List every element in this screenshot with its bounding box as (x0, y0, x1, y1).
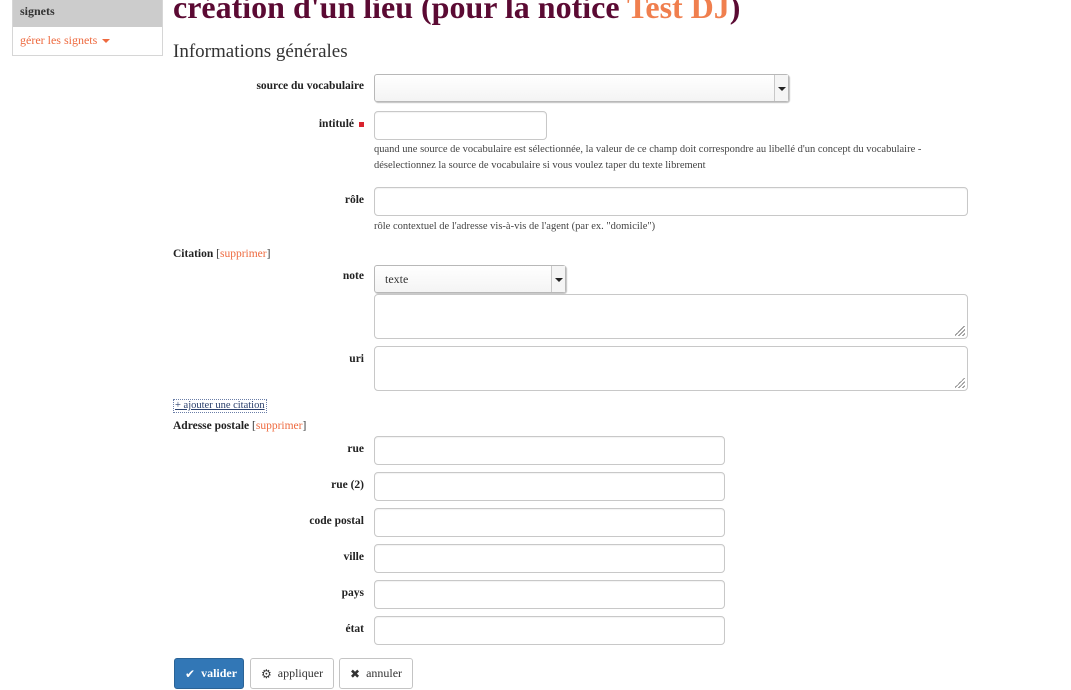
note-type-select[interactable]: texte (374, 265, 566, 293)
apply-button[interactable]: ⚙ appliquer (250, 658, 335, 689)
rue2-label: rue (2) (331, 479, 364, 491)
citation-bracket-close: ] (266, 248, 271, 260)
page-title-suffix: ) (729, 0, 741, 25)
etat-label: état (345, 623, 364, 635)
vocab-source-label: source du vocabulaire (256, 80, 364, 92)
citation-title: Citation (173, 248, 214, 260)
cancel-button[interactable]: ✖ annuler (339, 658, 414, 689)
rue-label: rue (347, 443, 364, 455)
gear-icon: ⚙ (261, 666, 272, 681)
citation-group-title: Citation [supprimer] (173, 248, 270, 260)
address-bracket-close: ] (302, 420, 307, 432)
sidebar: signets gérer les signets (12, 0, 163, 56)
add-citation-link[interactable]: + ajouter une citation (173, 399, 267, 413)
cancel-label: annuler (366, 666, 403, 680)
intitule-label-text: intitulé (318, 118, 354, 130)
intitule-input[interactable] (374, 111, 547, 140)
intitule-label: intitulé (164, 118, 364, 130)
resize-grip-icon[interactable] (955, 378, 965, 388)
page-title-prefix: création d'un lieu (pour la notice (173, 0, 627, 25)
manage-bookmarks-label: gérer les signets (20, 33, 98, 47)
role-input[interactable] (374, 187, 968, 216)
citation-remove-link[interactable]: supprimer (220, 248, 267, 260)
ville-input[interactable] (374, 544, 725, 573)
close-icon: ✖ (350, 666, 361, 681)
role-label: rôle (344, 194, 364, 206)
select-arrow-icon (551, 266, 565, 292)
address-remove-link[interactable]: supprimer (256, 420, 303, 432)
code-postal-input[interactable] (374, 508, 725, 537)
select-arrow-icon (774, 75, 788, 101)
apply-label: appliquer (277, 666, 324, 680)
pays-label: pays (341, 587, 364, 599)
role-help: rôle contextuel de l'adresse vis-à-vis d… (374, 221, 656, 232)
page-title: création d'un lieu (pour la notice Test … (173, 0, 740, 27)
resize-grip-icon[interactable] (955, 326, 965, 336)
chevron-down-icon (102, 39, 111, 44)
code-postal-label: code postal (309, 515, 364, 527)
rue-input[interactable] (374, 436, 725, 465)
sidebar-header: signets (13, 0, 162, 27)
uri-textarea[interactable] (374, 346, 968, 391)
uri-label: uri (349, 353, 364, 365)
intitule-help: quand une source de vocabulaire est séle… (374, 144, 922, 171)
address-title: Adresse postale (173, 420, 250, 432)
section-title: Informations générales (173, 41, 348, 62)
note-label: note (342, 270, 364, 282)
validate-button[interactable]: ✔ valider (174, 658, 244, 689)
etat-input[interactable] (374, 616, 725, 645)
validate-label: valider (201, 666, 238, 680)
check-icon: ✔ (185, 666, 196, 681)
vocab-source-select[interactable] (374, 74, 789, 102)
ville-label: ville (343, 551, 364, 563)
page-title-record-link[interactable]: Test DJ (627, 0, 730, 25)
pays-input[interactable] (374, 580, 725, 609)
note-type-value: texte (385, 272, 409, 286)
manage-bookmarks-link[interactable]: gérer les signets (13, 27, 162, 48)
address-group-title: Adresse postale [supprimer] (173, 420, 306, 432)
rue2-input[interactable] (374, 472, 725, 501)
note-textarea[interactable] (374, 294, 968, 339)
required-marker-icon (359, 121, 364, 127)
